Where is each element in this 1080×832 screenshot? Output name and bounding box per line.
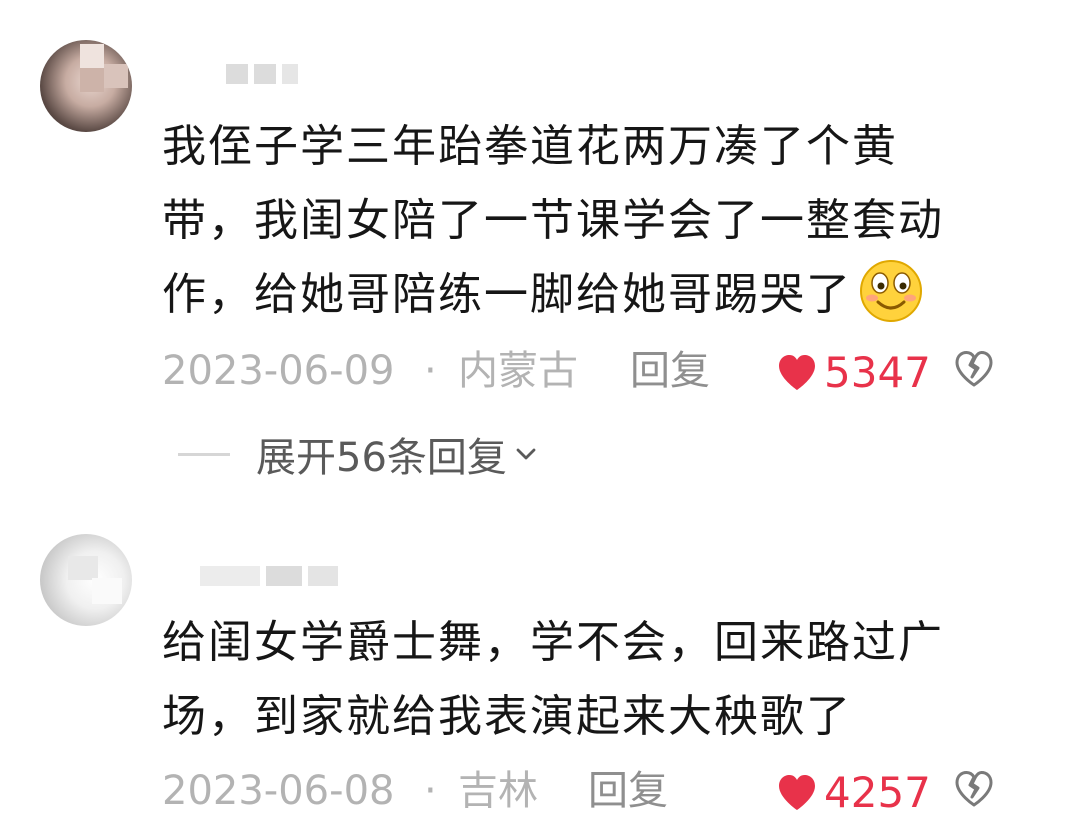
- comment-line: 给闺女学爵士舞，学不会，回来路过广: [162, 617, 944, 668]
- heart-icon: [779, 775, 815, 810]
- comment-date: 2023-06-08: [162, 768, 395, 814]
- avatar[interactable]: [40, 534, 132, 626]
- comment-item: 给闺女学爵士舞，学不会，回来路过广 场，到家就给我表演起来大秧歌了 2023-0…: [0, 0, 1080, 832]
- comment-meta: 2023-06-08 · 吉林 回复 4257: [162, 766, 1042, 818]
- separator-dot: ·: [424, 768, 437, 814]
- reply-button[interactable]: 回复: [588, 766, 668, 816]
- comment-body: 给闺女学爵士舞，学不会，回来路过广 场，到家就给我表演起来大秧歌了: [162, 606, 1042, 754]
- username[interactable]: [200, 566, 344, 586]
- like-count: 4257: [824, 768, 931, 817]
- broken-heart-icon[interactable]: [954, 770, 994, 808]
- comment-location: 吉林: [458, 768, 538, 814]
- like-button[interactable]: 4257: [776, 768, 931, 818]
- comment-line: 场，到家就给我表演起来大秧歌了: [162, 691, 852, 742]
